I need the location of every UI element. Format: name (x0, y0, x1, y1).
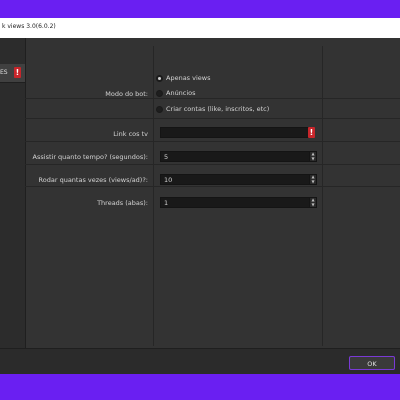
runs-label: Rodar quantas vezes (views/ad)?: (38, 176, 148, 184)
radio-anuncios[interactable] (156, 90, 163, 97)
sidebar-tab-label: ES (0, 69, 8, 76)
link-label: Link cos tv (113, 130, 148, 138)
threads-value: 1 (164, 199, 169, 207)
dialog-footer: OK (0, 348, 400, 375)
threads-label: Threads (abas): (97, 199, 148, 207)
app-window: k views 3.0(6.0.2) ES ! Modo do bot: Ape… (0, 18, 400, 375)
alert-icon: ! (14, 67, 21, 78)
spin-arrows-icon[interactable]: ▲ ▼ (309, 174, 316, 184)
divider (25, 118, 400, 119)
divider (25, 141, 400, 142)
settings-panel: Modo do bot: Apenas views Anúncios Criar… (25, 46, 400, 346)
link-alert-icon: ! (308, 127, 315, 138)
title-bar: k views 3.0(6.0.2) (0, 18, 400, 38)
background-frame-bottom (0, 374, 400, 400)
window-title: k views 3.0(6.0.2) (2, 23, 56, 30)
watch-time-spinbox[interactable]: 5 ▲ ▼ (160, 151, 317, 162)
divider (25, 186, 400, 187)
ok-button[interactable]: OK (349, 356, 395, 370)
watch-time-value: 5 (164, 153, 169, 161)
sidebar-tab[interactable]: ES ! (0, 64, 25, 83)
bot-mode-label: Modo do bot: (105, 90, 148, 98)
threads-spinbox[interactable]: 1 ▲ ▼ (160, 197, 317, 208)
runs-spinbox[interactable]: 10 ▲ ▼ (160, 174, 317, 185)
divider (322, 46, 323, 346)
spin-arrows-icon[interactable]: ▲ ▼ (309, 197, 316, 207)
divider (25, 164, 400, 165)
radio-criar-contas[interactable] (156, 106, 163, 113)
divider (25, 98, 400, 99)
divider (153, 46, 154, 346)
spin-arrows-icon[interactable]: ▲ ▼ (309, 151, 316, 161)
watch-time-label: Assistir quanto tempo? (segundos): (32, 153, 148, 161)
sidebar: ES ! (0, 38, 26, 368)
radio-apenas-views[interactable] (156, 75, 163, 82)
runs-value: 10 (164, 176, 173, 184)
radio-label-anuncios: Anúncios (166, 89, 196, 97)
link-input[interactable] (160, 127, 310, 138)
background-frame-top (0, 0, 400, 18)
radio-label-criar-contas: Criar contas (like, inscritos, etc) (166, 105, 270, 113)
radio-label-apenas-views: Apenas views (166, 74, 211, 82)
